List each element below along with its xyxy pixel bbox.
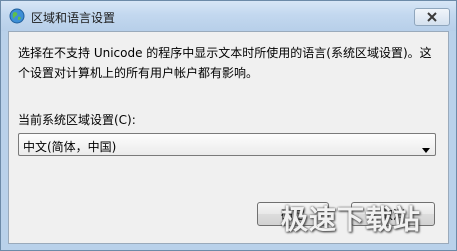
locale-dropdown[interactable]: 中文(简体，中国) [18,133,436,156]
dropdown-arrow-icon [422,142,430,156]
locale-label: 当前系统区域设置(C): [18,113,136,127]
title-bar[interactable]: 区域和语言设置 [1,1,456,31]
window-title: 区域和语言设置 [31,11,116,25]
description-text: 选择在不支持 Unicode 的程序中显示文本时所使用的语言(系统区域设置)。这… [18,46,432,80]
dialog-window: 区域和语言设置 选择在不支持 Unicode 的程序中显示文本时所使用的语言(系… [0,0,457,251]
locale-selected-value: 中文(简体，中国) [23,140,117,154]
close-button[interactable] [414,8,450,26]
watermark-text: 极速下载站 [281,205,421,236]
close-icon [427,12,437,22]
globe-icon [9,8,25,24]
